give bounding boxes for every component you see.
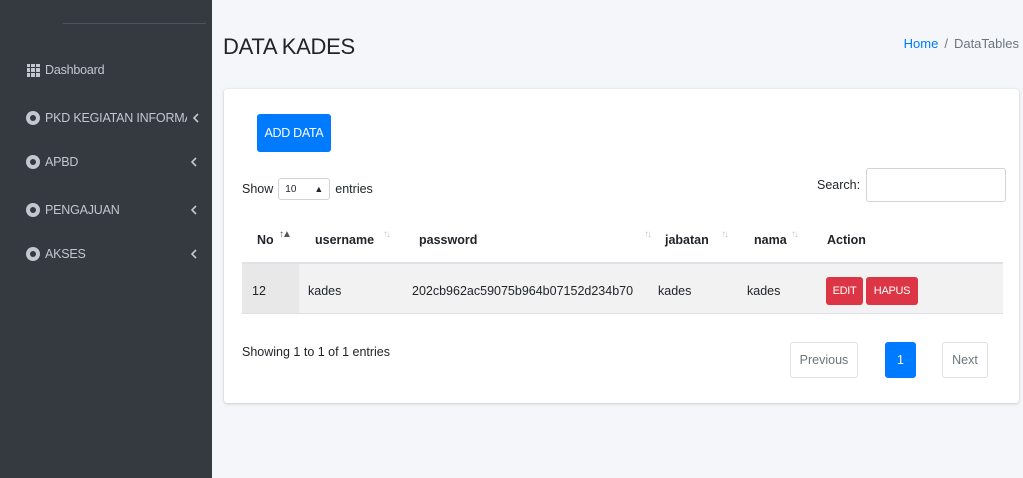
show-label: Show (242, 182, 274, 196)
search-input[interactable] (866, 168, 1007, 202)
cell-password: 202cb962ac59075b964b07152d234b70 (412, 284, 634, 298)
sidebar-item-akses[interactable]: AKSES (0, 241, 212, 267)
table-bottom-divider (242, 313, 1003, 314)
pagination-next[interactable]: Next (942, 342, 988, 378)
delete-button[interactable]: HAPUS (866, 277, 918, 305)
pagination-page-1[interactable]: 1 (885, 342, 916, 378)
datatable-card: ADD DATA Show 10 ▲︎ entries Search: No ↑… (224, 89, 1019, 403)
entries-length-control: Show 10 ▲︎ entries (242, 178, 373, 200)
cell-jabatan: kades (658, 284, 692, 298)
column-header-username[interactable]: username (315, 233, 374, 247)
breadcrumb-home-link[interactable]: Home (904, 36, 939, 51)
circle-icon (26, 111, 40, 125)
page-title: DATA KADES (223, 34, 355, 59)
column-header-no[interactable]: No (257, 233, 274, 247)
edit-button[interactable]: EDIT (826, 277, 863, 305)
breadcrumb: Home / DataTables (904, 36, 1019, 51)
cell-username: kades (308, 284, 342, 298)
column-header-password[interactable]: password (419, 233, 477, 247)
sort-icon: ↑↓ (791, 229, 799, 240)
circle-icon (26, 247, 40, 261)
chevron-left-icon (190, 157, 197, 167)
circle-icon (26, 203, 40, 217)
search-control: Search: (817, 168, 1007, 202)
pagination-previous[interactable]: Previous (790, 342, 858, 378)
chevron-left-icon (192, 113, 199, 123)
entries-label: entries (335, 182, 373, 196)
search-label: Search: (817, 178, 861, 192)
sort-icon: ↑↓ (383, 229, 391, 240)
sidebar-item-label: AKSES (45, 247, 86, 261)
grid-icon (26, 63, 40, 77)
sidebar-item-label: PENGAJUAN (45, 203, 120, 217)
sort-icon: ↑↓ (644, 229, 652, 240)
sidebar-item-apbd[interactable]: APBD (0, 149, 212, 175)
chevron-left-icon (190, 205, 197, 215)
breadcrumb-separator: / (944, 36, 948, 51)
table-info: Showing 1 to 1 of 1 entries (242, 345, 391, 359)
column-header-action: Action (827, 233, 866, 247)
sidebar-item-pkd-kegiatan-informasi[interactable]: PKD KEGIATAN INFORMASI (0, 105, 212, 131)
entries-select-value: 10 (285, 183, 297, 195)
circle-icon (26, 155, 40, 169)
breadcrumb-current: DataTables (953, 36, 1019, 51)
sidebar-item-label: PKD KEGIATAN INFORMASI (45, 111, 187, 125)
chevron-left-icon (190, 249, 197, 259)
column-header-jabatan[interactable]: jabatan (665, 233, 709, 247)
sidebar: Dashboard PKD KEGIATAN INFORMASI APBD PE… (0, 0, 212, 478)
sidebar-item-label: APBD (45, 155, 79, 169)
add-data-button[interactable]: ADD DATA (257, 114, 331, 152)
sorted-cell-bg (242, 264, 299, 313)
sidebar-divider (63, 23, 206, 24)
sort-asc-icon: ↑▲ (279, 229, 292, 240)
sidebar-item-label: Dashboard (45, 63, 105, 77)
cell-no: 12 (252, 284, 266, 298)
sidebar-item-dashboard[interactable]: Dashboard (0, 57, 212, 83)
cell-nama: kades (747, 284, 781, 298)
entries-select[interactable]: 10 ▲︎ (278, 178, 331, 200)
sidebar-item-pengajuan[interactable]: PENGAJUAN (0, 197, 212, 223)
select-arrows-icon: ▲︎ (314, 184, 324, 194)
sort-icon: ↑↓ (721, 229, 729, 240)
column-header-nama[interactable]: nama (754, 233, 787, 247)
